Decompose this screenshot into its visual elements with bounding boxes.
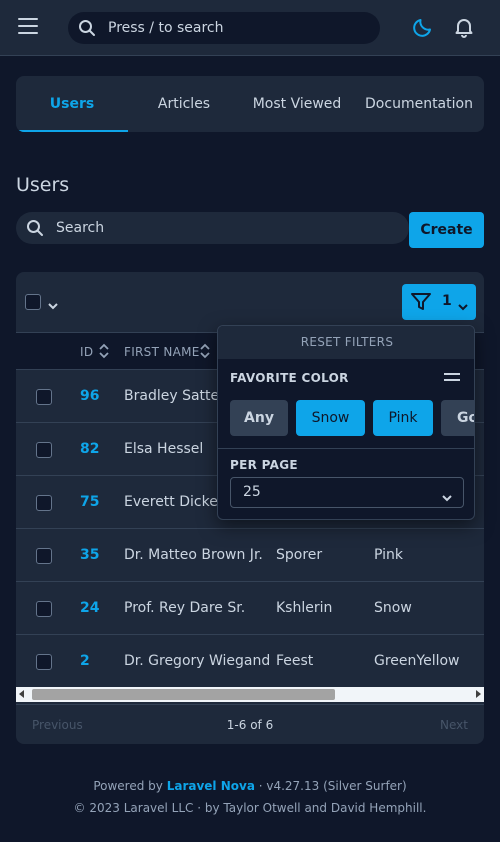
top-bar: Press / to search [0, 0, 500, 56]
row-favorite-color: Pink [374, 547, 404, 563]
filter-dropdown: RESET FILTERS FAVORITE COLOR Any Snow Pi… [217, 325, 475, 520]
column-header-id[interactable]: ID [80, 345, 93, 359]
filter-icon [410, 292, 432, 316]
page-title: Users [16, 174, 70, 196]
resource-tabs: Users Articles Most Viewed Documentation [16, 76, 484, 132]
footer-powered-by: Powered by Laravel Nova · v4.27.13 (Silv… [0, 779, 500, 793]
per-page-select[interactable]: 25 [230, 477, 464, 508]
row-id-link[interactable]: 35 [80, 547, 99, 563]
row-first-name: Dr. Gregory Wiegand [124, 653, 271, 669]
table-row: 2 Dr. Gregory Wiegand Feest GreenYellow [16, 635, 484, 688]
scrollbar-thumb[interactable] [32, 689, 335, 700]
moon-icon[interactable] [412, 16, 434, 42]
row-last-name: Kshlerin [276, 600, 333, 616]
next-page-button[interactable]: Next [440, 718, 468, 732]
horizontal-scrollbar[interactable] [16, 687, 484, 702]
column-header-first-name[interactable]: FIRST NAME [124, 345, 200, 359]
create-button[interactable]: Create [409, 212, 484, 248]
row-favorite-color: Snow [374, 600, 412, 616]
row-id-link[interactable]: 24 [80, 600, 99, 616]
row-id-link[interactable]: 2 [80, 653, 90, 669]
sort-icon[interactable] [99, 343, 109, 363]
row-checkbox[interactable] [36, 548, 52, 564]
favorite-color-options: Any Snow Pink Go [230, 400, 474, 436]
color-option-go[interactable]: Go [441, 400, 474, 436]
powered-prefix: Powered by [93, 779, 167, 793]
color-option-snow[interactable]: Snow [296, 400, 365, 436]
chevron-down-icon [457, 297, 469, 316]
color-option-pink[interactable]: Pink [373, 400, 433, 436]
bell-icon[interactable] [453, 16, 475, 42]
row-first-name: Prof. Rey Dare Sr. [124, 600, 246, 616]
table-row: 35 Dr. Matteo Brown Jr. Sporer Pink [16, 529, 484, 582]
global-search-input[interactable]: Press / to search [68, 12, 380, 44]
row-id-link[interactable]: 82 [80, 441, 99, 457]
global-search-placeholder: Press / to search [108, 20, 224, 36]
active-filter-count: 1 [442, 293, 452, 309]
favorite-color-label: FAVORITE COLOR [230, 371, 349, 385]
scroll-right-arrow-icon[interactable] [476, 690, 481, 698]
tab-documentation[interactable]: Documentation [354, 76, 484, 132]
version-text: · v4.27.13 (Silver Surfer) [254, 779, 407, 793]
divider [218, 448, 474, 449]
tab-most-viewed[interactable]: Most Viewed [240, 76, 354, 132]
pagination-info: 1-6 of 6 [226, 718, 274, 732]
laravel-nova-link[interactable]: Laravel Nova [167, 779, 255, 793]
table-row: 24 Prof. Rey Dare Sr. Kshlerin Snow [16, 582, 484, 635]
row-checkbox[interactable] [36, 389, 52, 405]
chevron-down-icon [441, 488, 453, 507]
scroll-left-arrow-icon[interactable] [19, 690, 24, 698]
filter-button[interactable]: 1 [402, 284, 476, 320]
sort-icon[interactable] [200, 343, 210, 363]
row-checkbox[interactable] [36, 495, 52, 511]
select-all-checkbox[interactable] [25, 294, 41, 310]
search-icon [26, 219, 44, 241]
hamburger-menu-icon[interactable] [18, 18, 38, 36]
resource-search-placeholder: Search [56, 220, 105, 236]
row-checkbox[interactable] [36, 654, 52, 670]
chevron-down-icon[interactable] [47, 296, 59, 315]
row-checkbox[interactable] [36, 442, 52, 458]
per-page-value: 25 [243, 484, 261, 500]
drag-handle-icon[interactable] [444, 373, 460, 385]
row-id-link[interactable]: 75 [80, 494, 99, 510]
row-favorite-color: GreenYellow [374, 653, 460, 669]
row-last-name: Feest [276, 653, 314, 669]
row-first-name: Elsa Hessel [124, 441, 204, 457]
row-first-name: Dr. Matteo Brown Jr. [124, 547, 263, 563]
resource-search-input[interactable]: Search [16, 212, 409, 244]
row-id-link[interactable]: 96 [80, 388, 99, 404]
per-page-label: PER PAGE [230, 458, 298, 472]
footer-copyright: © 2023 Laravel LLC · by Taylor Otwell an… [73, 801, 427, 815]
tab-articles[interactable]: Articles [128, 76, 240, 132]
tab-users[interactable]: Users [16, 76, 128, 132]
row-checkbox[interactable] [36, 601, 52, 617]
search-icon [78, 19, 96, 41]
row-last-name: Sporer [276, 547, 323, 563]
reset-filters-button[interactable]: RESET FILTERS [218, 326, 474, 359]
pagination: Previous 1-6 of 6 Next [16, 704, 484, 744]
color-option-any[interactable]: Any [230, 400, 288, 436]
